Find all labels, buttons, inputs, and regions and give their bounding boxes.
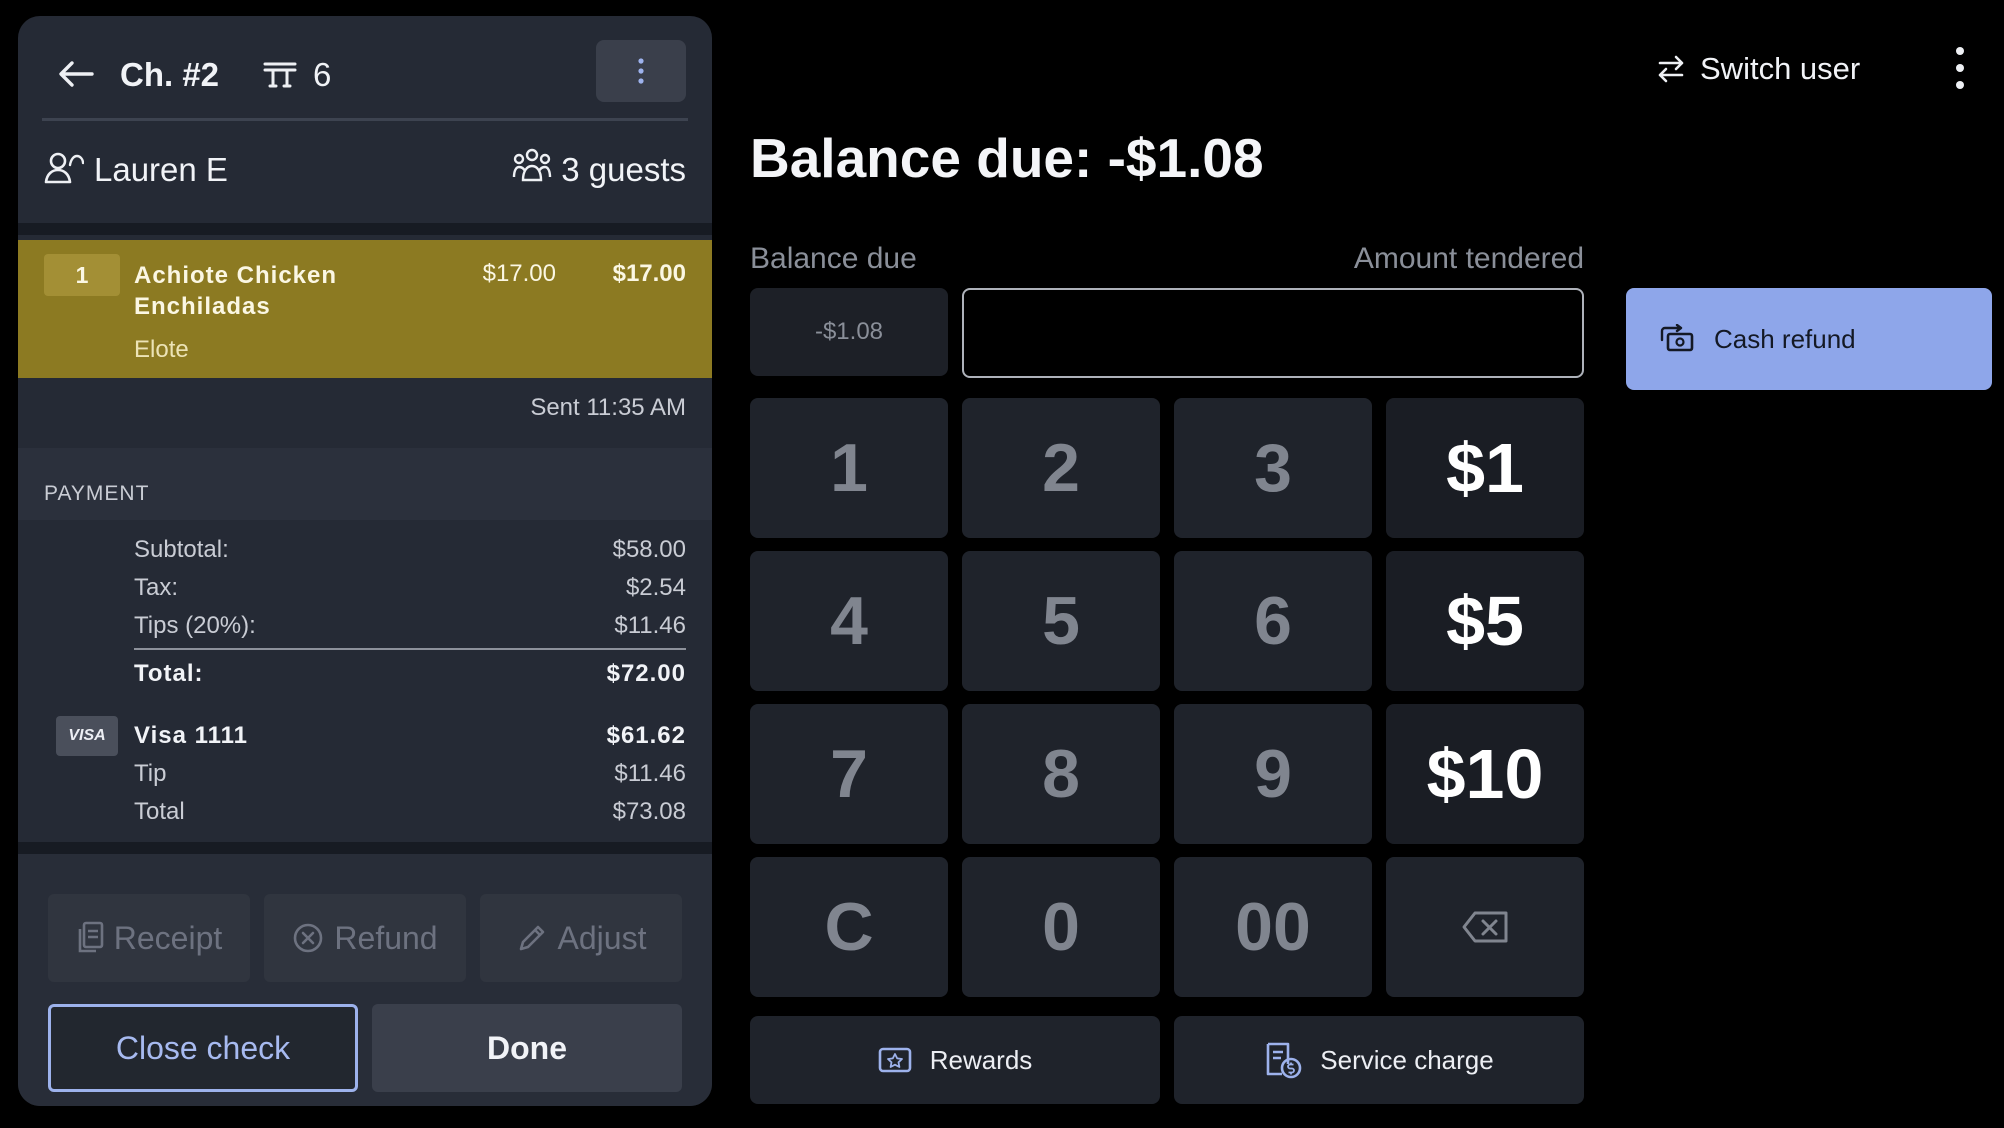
section-separator	[18, 223, 712, 235]
done-button[interactable]: Done	[372, 1004, 682, 1092]
card-total-label: Total	[134, 798, 185, 825]
refund-label: Refund	[334, 919, 438, 956]
total-label: Total:	[134, 660, 204, 687]
subtotal-label: Subtotal:	[134, 536, 229, 563]
table-number: 6	[313, 56, 332, 93]
balance-due-value: -$1.08	[750, 288, 948, 376]
total-divider	[134, 648, 686, 650]
visa-card-icon: VISA	[56, 716, 118, 756]
payment-title: PAYMENT	[44, 482, 150, 505]
check-header: Ch. #2 6	[18, 16, 712, 120]
guests-icon	[512, 148, 552, 182]
item-quantity: 1	[44, 254, 120, 296]
cash-refund-button[interactable]: Cash refund	[1626, 288, 1992, 390]
card-tip-label: Tip	[134, 760, 167, 787]
amount-tendered-input[interactable]	[962, 288, 1584, 378]
rewards-button[interactable]: Rewards	[750, 1016, 1160, 1104]
switch-user-button[interactable]: Switch user	[1656, 46, 1860, 92]
key-0[interactable]: 0	[962, 857, 1160, 997]
tax-line: Tax: $2.54	[134, 574, 686, 602]
subtotal-value: $58.00	[612, 536, 686, 563]
check-panel: Ch. #2 6 Lauren E 3 guests 1 Achiote Chi…	[18, 16, 712, 1106]
key-3[interactable]: 3	[1174, 398, 1372, 538]
key-1[interactable]: 1	[750, 398, 948, 538]
key-9[interactable]: 9	[1174, 704, 1372, 844]
key-4[interactable]: 4	[750, 551, 948, 691]
total-value: $72.00	[606, 660, 686, 687]
key-7[interactable]: 7	[750, 704, 948, 844]
adjust-label: Adjust	[557, 919, 647, 956]
receipt-button[interactable]: Receipt	[48, 894, 250, 982]
arrow-left-icon	[59, 61, 94, 87]
cash-1-button[interactable]: $1	[1386, 398, 1584, 538]
item-total-price: $17.00	[612, 260, 686, 287]
backspace-icon	[1462, 911, 1508, 943]
receipt-label: Receipt	[113, 919, 223, 956]
card-tip-value: $11.46	[614, 760, 686, 787]
back-button[interactable]	[56, 54, 96, 94]
balance-due-title: Balance due: -$1.08	[750, 127, 1264, 189]
subtotal-line: Subtotal: $58.00	[134, 536, 686, 564]
card-total-value: $73.08	[612, 798, 686, 825]
card-label: Visa 1111	[134, 722, 249, 749]
cash-5-button[interactable]: $5	[1386, 551, 1584, 691]
sent-time: Sent 11:35 AM	[530, 394, 686, 421]
amount-tendered-label: Amount tendered	[1353, 242, 1584, 275]
total-line: Total: $72.00	[134, 660, 686, 688]
card-tip-line: Tip $11.46	[134, 760, 686, 788]
key-2[interactable]: 2	[962, 398, 1160, 538]
server-row[interactable]: Lauren E 3 guests	[18, 121, 712, 221]
check-number: Ch. #2	[120, 56, 220, 93]
order-item-row[interactable]: 1 Achiote Chicken Enchiladas Elote $17.0…	[18, 240, 712, 378]
adjust-button[interactable]: Adjust	[480, 894, 682, 982]
service-charge-icon	[1266, 1042, 1302, 1079]
guest-count: 3 guests	[561, 151, 686, 188]
table-icon	[263, 62, 297, 88]
cash-10-button[interactable]: $10	[1386, 704, 1584, 844]
card-amount: $61.62	[606, 722, 686, 749]
key-8[interactable]: 8	[962, 704, 1160, 844]
item-unit-price: $17.00	[482, 260, 556, 287]
item-modifier: Elote	[134, 336, 189, 363]
rewards-label: Rewards	[929, 1044, 1033, 1075]
clear-key[interactable]: C	[750, 857, 948, 997]
key-00[interactable]: 00	[1174, 857, 1372, 997]
swap-icon	[1658, 55, 1684, 83]
tax-value: $2.54	[625, 574, 686, 601]
tips-value: $11.46	[614, 612, 686, 639]
main-menu-button[interactable]	[1944, 40, 1976, 96]
check-actions: Receipt Refund Adjust Close check Done	[18, 854, 712, 1106]
service-charge-button[interactable]: Service charge	[1174, 1016, 1584, 1104]
server-icon	[44, 152, 84, 184]
cancel-circle-icon	[294, 923, 323, 953]
more-vertical-icon	[638, 58, 644, 84]
switch-user-label: Switch user	[1700, 51, 1861, 86]
server-name: Lauren E	[94, 151, 228, 188]
service-charge-label: Service charge	[1320, 1044, 1494, 1075]
check-menu-button[interactable]	[596, 40, 686, 102]
key-6[interactable]: 6	[1174, 551, 1372, 691]
payment-section-header: PAYMENT	[18, 448, 712, 520]
more-vertical-icon	[1956, 47, 1964, 89]
item-name: Achiote Chicken Enchiladas	[134, 262, 338, 320]
refund-button[interactable]: Refund	[264, 894, 466, 982]
cash-refund-label: Cash refund	[1714, 323, 1856, 354]
close-check-button[interactable]: Close check	[48, 1004, 358, 1092]
rewards-card-icon	[878, 1047, 912, 1073]
actions-separator	[18, 842, 712, 854]
tips-label: Tips (20%):	[134, 612, 256, 639]
card-payment-line[interactable]: Visa 1111 $61.62	[134, 722, 686, 750]
card-total-line: Total $73.08	[134, 798, 686, 826]
balance-due-label: Balance due	[750, 242, 917, 275]
tips-line: Tips (20%): $11.46	[134, 612, 686, 640]
backspace-key[interactable]	[1386, 857, 1584, 997]
receipt-icon	[78, 921, 104, 953]
cash-refund-icon	[1660, 324, 1694, 352]
tax-label: Tax:	[134, 574, 179, 601]
pencil-icon	[519, 925, 544, 951]
key-5[interactable]: 5	[962, 551, 1160, 691]
